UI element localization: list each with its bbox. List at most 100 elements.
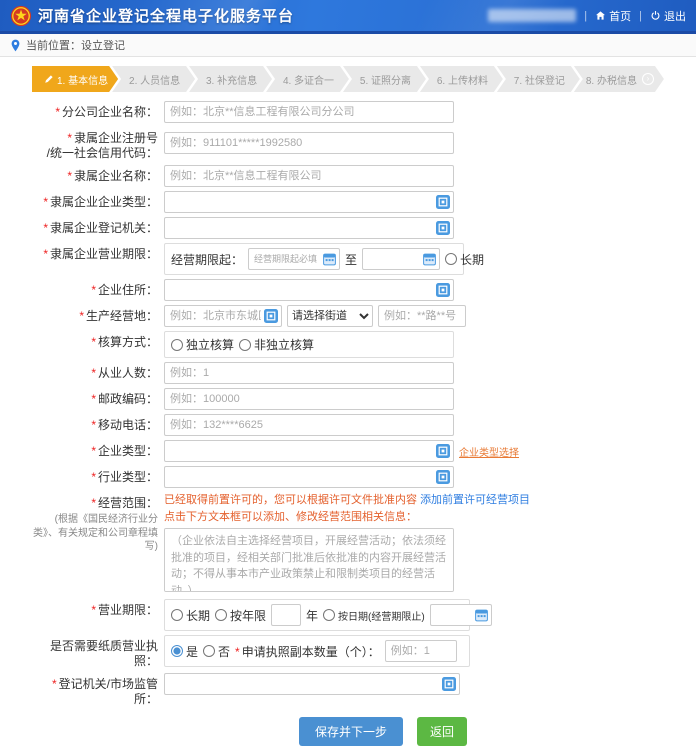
- form-row-parent-code: *隶属企业注册号 /统一社会信用代码：: [32, 127, 664, 161]
- tab-basic-info[interactable]: 1. 基本信息: [32, 66, 118, 92]
- breadcrumb-label: 当前位置：设立登记: [26, 37, 125, 53]
- company-type-label: 企业类型：: [98, 444, 158, 458]
- non-independent-accounting-label: 非独立核算: [254, 336, 314, 353]
- step-tabs: 1. 基本信息 2. 人员信息 3. 补充信息 4. 多证合一 5. 证照分离 …: [32, 66, 664, 92]
- branch-name-input[interactable]: [164, 101, 454, 123]
- required-marker: *: [43, 247, 48, 261]
- non-independent-accounting-radio[interactable]: [239, 339, 251, 351]
- non-independent-accounting-option[interactable]: 非独立核算: [239, 336, 314, 353]
- company-type-input[interactable]: [164, 440, 454, 462]
- term-by-date-option[interactable]: 按日期(经营期限止): [323, 608, 425, 623]
- tab-label: 7. 社保登记: [514, 72, 565, 87]
- required-marker: *: [55, 105, 60, 119]
- more-tabs-chevron-icon[interactable]: ›: [642, 73, 654, 85]
- calendar-icon[interactable]: [475, 609, 488, 622]
- pencil-icon: [44, 74, 54, 84]
- required-marker: *: [67, 131, 72, 145]
- home-icon: [595, 10, 606, 21]
- home-link[interactable]: 首页: [595, 8, 631, 24]
- parent-registry-input[interactable]: [164, 217, 454, 239]
- form-row-paper-license: 是否需要纸质营业执照： 是 否 *申请执照副本数量（个）：: [32, 635, 664, 669]
- browse-select-icon[interactable]: [436, 195, 450, 209]
- parent-credit-code-input[interactable]: [164, 132, 454, 154]
- tab-label: 2. 人员信息: [129, 72, 180, 87]
- browse-select-icon[interactable]: [442, 677, 456, 691]
- registry-input[interactable]: [164, 673, 460, 695]
- term-by-years-radio[interactable]: [215, 609, 227, 621]
- address-input[interactable]: [164, 279, 454, 301]
- term-long-option[interactable]: 长期: [171, 607, 210, 624]
- form-row-address: *企业住所：: [32, 279, 664, 301]
- required-marker: *: [91, 470, 96, 484]
- independent-accounting-radio[interactable]: [171, 339, 183, 351]
- tab-supplementary-info[interactable]: 3. 补充信息: [189, 66, 272, 92]
- required-marker: *: [235, 645, 240, 659]
- term-by-years-option[interactable]: 按年限: [215, 607, 266, 624]
- browse-select-icon[interactable]: [264, 309, 278, 323]
- required-marker: *: [91, 392, 96, 406]
- save-next-button[interactable]: 保存并下一步: [299, 717, 403, 746]
- road-input[interactable]: [378, 305, 466, 327]
- independent-accounting-option[interactable]: 独立核算: [171, 336, 234, 353]
- parent-name-label: 隶属企业名称：: [74, 169, 158, 183]
- parent-name-input[interactable]: [164, 165, 454, 187]
- paper-yes-option[interactable]: 是: [171, 643, 198, 660]
- tab-tax-info[interactable]: 8. 办税信息 ›: [574, 66, 664, 92]
- tab-label: 3. 补充信息: [206, 72, 257, 87]
- add-prelicense-link[interactable]: 添加前置许可经营项目: [420, 494, 530, 506]
- required-marker: *: [91, 444, 96, 458]
- accounting-box: 独立核算 非独立核算: [164, 331, 454, 358]
- calendar-icon[interactable]: [423, 253, 436, 266]
- company-type-select-link[interactable]: 企业类型选择: [459, 444, 519, 459]
- copies-label: 申请执照副本数量（个）：: [242, 645, 380, 659]
- term-long-radio[interactable]: [171, 609, 183, 621]
- location-pin-icon: [10, 39, 21, 52]
- longterm-radio[interactable]: [445, 253, 457, 265]
- tab-multi-certificate[interactable]: 4. 多证合一: [266, 66, 349, 92]
- home-label: 首页: [609, 8, 631, 24]
- parent-type-input[interactable]: [164, 191, 454, 213]
- calendar-icon[interactable]: [323, 253, 336, 266]
- branch-name-label: 分公司企业名称：: [62, 105, 158, 119]
- browse-select-icon[interactable]: [436, 470, 450, 484]
- term-to-label: 至: [345, 251, 357, 268]
- term-by-years-label: 按年限: [230, 607, 266, 624]
- form-footer: 保存并下一步 返回: [102, 717, 664, 746]
- browse-select-icon[interactable]: [436, 283, 450, 297]
- browse-select-icon[interactable]: [436, 444, 450, 458]
- tab-license-separation[interactable]: 5. 证照分离: [343, 66, 426, 92]
- street-select[interactable]: 请选择街道: [287, 305, 373, 327]
- copies-input[interactable]: [385, 640, 457, 662]
- form-row-postcode: *邮政编码：: [32, 388, 664, 410]
- paper-license-label: 是否需要纸质营业执照：: [50, 639, 158, 668]
- year-unit-label: 年: [306, 607, 318, 624]
- form-row-employees: *从业人数：: [32, 362, 664, 384]
- paper-no-option[interactable]: 否: [203, 643, 230, 660]
- logout-power-icon: [650, 10, 661, 21]
- industry-type-input[interactable]: [164, 466, 454, 488]
- term-by-date-radio[interactable]: [323, 609, 335, 621]
- postcode-input[interactable]: [164, 388, 454, 410]
- industry-type-label: 行业类型：: [98, 470, 158, 484]
- browse-select-icon[interactable]: [436, 221, 450, 235]
- form-row-mobile: *移动电话：: [32, 414, 664, 436]
- employees-input[interactable]: [164, 362, 454, 384]
- back-button[interactable]: 返回: [417, 717, 467, 746]
- tab-personnel-info[interactable]: 2. 人员信息: [112, 66, 195, 92]
- required-marker: *: [91, 603, 96, 617]
- mobile-input[interactable]: [164, 414, 454, 436]
- production-place-label: 生产经营地：: [86, 309, 158, 323]
- logout-link[interactable]: 退出: [650, 8, 686, 24]
- term-years-input[interactable]: [271, 604, 301, 626]
- required-marker: *: [43, 221, 48, 235]
- paper-no-radio[interactable]: [203, 645, 215, 657]
- tab-upload-materials[interactable]: 6. 上传材料: [420, 66, 503, 92]
- business-scope-textarea[interactable]: [164, 528, 454, 592]
- registry-label: 登记机关/市场监管所：: [59, 677, 158, 706]
- tab-social-security[interactable]: 7. 社保登记: [497, 66, 580, 92]
- form-row-company-type: *企业类型： 企业类型选择: [32, 440, 664, 462]
- paper-yes-radio[interactable]: [171, 645, 183, 657]
- form-row-parent-name: *隶属企业名称：: [32, 165, 664, 187]
- breadcrumb: 当前位置：设立登记: [0, 34, 696, 57]
- longterm-radio-option[interactable]: 长期: [445, 251, 484, 268]
